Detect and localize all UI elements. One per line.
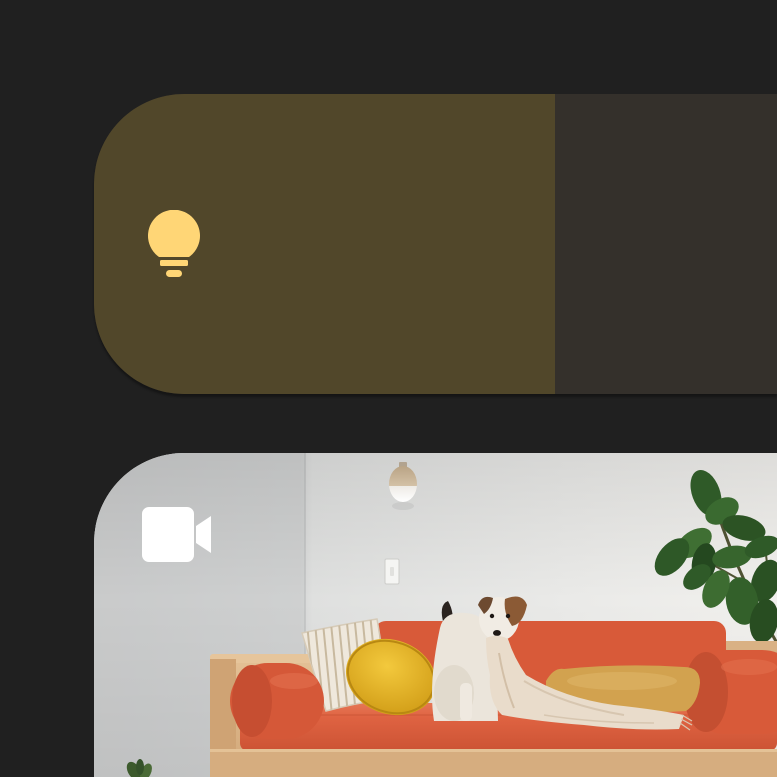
videocam-icon <box>142 507 211 562</box>
sofa-base <box>210 749 777 777</box>
camera-tile[interactable] <box>94 453 777 777</box>
light-tile[interactable] <box>94 94 777 394</box>
left-bolster <box>230 663 324 739</box>
camera-feed-image <box>94 453 777 777</box>
light-switch <box>384 558 400 585</box>
videocam-icon-graphic <box>142 507 211 562</box>
lightbulb-icon-graphic <box>148 210 200 277</box>
home-dashboard <box>0 0 777 777</box>
lightbulb-icon[interactable] <box>148 210 200 277</box>
